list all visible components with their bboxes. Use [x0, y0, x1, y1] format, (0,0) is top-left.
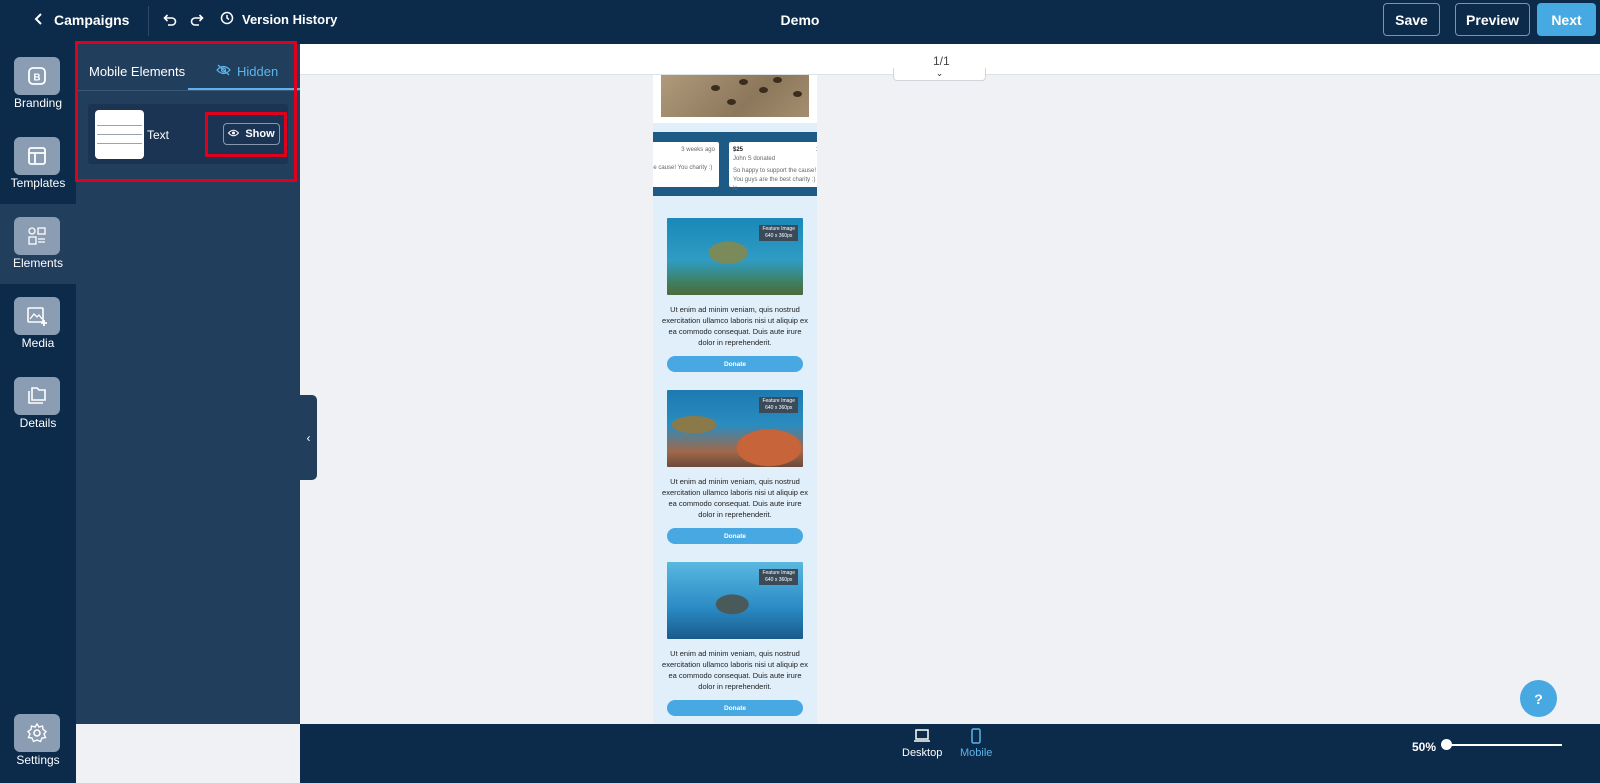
version-history-label: Version History: [242, 11, 338, 27]
version-history-button[interactable]: Version History: [220, 0, 337, 38]
zoom-slider-track[interactable]: [1445, 744, 1562, 746]
laptop-icon: [902, 728, 942, 747]
element-label: Text: [147, 128, 170, 142]
document-title: Demo: [780, 12, 820, 28]
body-text: Ut enim ad minim veniam, quis nostrud ex…: [662, 649, 808, 691]
bottom-bar: Desktop Mobile 50%: [300, 724, 1600, 783]
show-button[interactable]: Show: [223, 123, 280, 145]
text-thumbnail: [95, 110, 144, 159]
details-icon: [14, 377, 60, 415]
preview-button[interactable]: Preview: [1455, 3, 1530, 36]
page-dropdown[interactable]: ⌄: [893, 68, 986, 81]
history-icon: [220, 11, 234, 28]
collapse-panel-button[interactable]: ‹: [300, 395, 317, 480]
body-text: Ut enim ad minim veniam, quis nostrud ex…: [662, 477, 808, 519]
nav-item-settings[interactable]: Settings: [0, 703, 76, 783]
branding-icon: B: [14, 57, 60, 95]
desktop-label: Desktop: [902, 747, 943, 759]
turtles-on-sand-image: [661, 75, 809, 117]
nav-label-branding: Branding: [13, 96, 63, 110]
hero-image: [653, 75, 817, 123]
tab-hidden[interactable]: Hidden: [216, 64, 278, 79]
nav-label-details: Details: [19, 416, 57, 430]
undo-icon[interactable]: [161, 11, 179, 29]
donate-button[interactable]: Donate: [667, 356, 803, 372]
nav-item-media[interactable]: Media: [0, 284, 76, 364]
top-bar: Campaigns Version History Demo Save Prev…: [0, 0, 1600, 44]
zoom-slider-handle[interactable]: [1441, 739, 1452, 750]
page-indicator: 1/1: [933, 54, 950, 68]
save-button[interactable]: Save: [1383, 3, 1440, 36]
hidden-element-row: Text Show: [88, 104, 288, 164]
nav-item-details[interactable]: Details: [0, 364, 76, 444]
back-to-campaigns[interactable]: Campaigns: [34, 0, 129, 40]
donor-feed: 3 weeks ago rt the cause! You charity :)…: [653, 132, 817, 196]
nav-label-settings: Settings: [16, 753, 60, 767]
left-nav: B Branding Templates Elements Media Deta…: [0, 44, 76, 783]
elements-panel: Mobile Elements Hidden Text Show: [76, 44, 300, 724]
feature-image-tag: Feature Image 640 x 360px: [759, 225, 798, 241]
feature-image-tag: Feature Image 640 x 360px: [759, 397, 798, 413]
device-desktop[interactable]: Desktop: [902, 728, 942, 759]
svg-text:B: B: [33, 73, 40, 84]
body-text: Ut enim ad minim veniam, quis nostrud ex…: [662, 305, 808, 347]
feature-image: Feature Image 640 x 360px: [667, 562, 803, 639]
feature-image: Feature Image 640 x 360px: [667, 390, 803, 467]
templates-icon: [14, 137, 60, 175]
feature-image-tag: Feature Image 640 x 360px: [759, 569, 798, 585]
divider: [148, 6, 149, 36]
device-mobile[interactable]: Mobile: [960, 728, 992, 759]
chevron-left-icon: [34, 12, 44, 28]
donor-card: $251 w John S donated So happy to suppor…: [729, 142, 817, 192]
tab-divider: [76, 90, 300, 91]
elements-icon: [14, 217, 60, 255]
mobile-email-preview[interactable]: 3 weeks ago rt the cause! You charity :)…: [653, 75, 817, 725]
eye-icon: [228, 128, 240, 140]
nav-label-media: Media: [21, 336, 55, 350]
nav-item-branding[interactable]: B Branding: [0, 44, 76, 124]
nav-item-templates[interactable]: Templates: [0, 124, 76, 204]
show-label: Show: [245, 128, 275, 140]
next-button[interactable]: Next: [1537, 3, 1596, 36]
nav-item-elements[interactable]: Elements: [0, 204, 76, 284]
tab-mobile-elements[interactable]: Mobile Elements: [89, 64, 185, 79]
donate-button[interactable]: Donate: [667, 700, 803, 716]
tab-hidden-label: Hidden: [237, 64, 279, 79]
nav-label-elements: Elements: [12, 256, 64, 270]
back-label: Campaigns: [54, 12, 130, 28]
mobile-label: Mobile: [960, 747, 993, 759]
phone-icon: [960, 728, 992, 747]
nav-label-templates: Templates: [10, 176, 66, 190]
active-tab-indicator: [188, 88, 300, 90]
media-icon: [14, 297, 60, 335]
eye-off-icon: [216, 64, 231, 79]
chevron-down-icon: ⌄: [935, 68, 944, 78]
donate-button[interactable]: Donate: [667, 528, 803, 544]
feature-image: Feature Image 640 x 360px: [667, 218, 803, 295]
donor-card: 3 weeks ago rt the cause! You charity :): [653, 142, 719, 187]
redo-icon[interactable]: [188, 11, 206, 29]
chevron-left-icon: ‹: [306, 430, 311, 445]
help-button[interactable]: ?: [1520, 680, 1557, 717]
gear-icon: [14, 714, 60, 752]
zoom-level: 50%: [1412, 740, 1437, 754]
